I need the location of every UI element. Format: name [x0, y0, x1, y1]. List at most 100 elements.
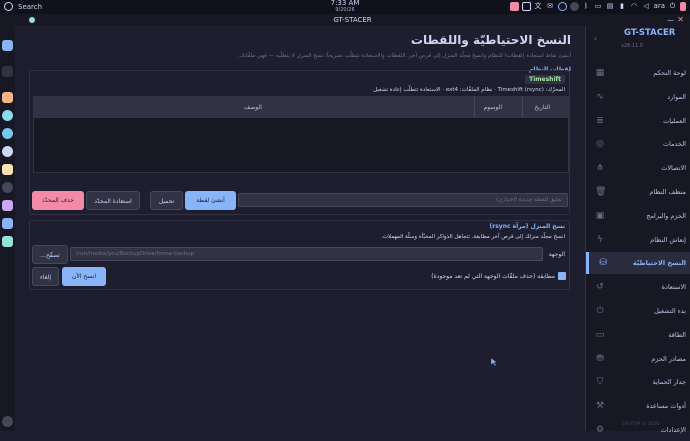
- power-tray-icon[interactable]: ⏻: [668, 2, 677, 11]
- backup-now-button[interactable]: انسخ الآن: [62, 267, 106, 286]
- page-title: النسخ الاحتياطيّة واللقطات: [410, 33, 571, 47]
- engine-badge: Timeshift: [525, 75, 565, 84]
- dock-files-icon[interactable]: [2, 40, 13, 51]
- translate-icon[interactable]: 文: [534, 2, 543, 11]
- bolt-icon: ϟ: [597, 234, 603, 245]
- volume-icon[interactable]: ◁: [642, 2, 651, 11]
- column-date[interactable]: التاريخ: [534, 104, 550, 111]
- backup-icon: ⛁: [599, 258, 607, 269]
- sidebar-item-label: إنعاش النظام: [650, 235, 686, 244]
- mail-icon[interactable]: ✉: [546, 2, 555, 11]
- table-header: التاريخ الوسوم الوصف: [34, 97, 570, 118]
- search-label[interactable]: Search: [18, 3, 42, 11]
- sidebar-item[interactable]: ⛁ النسخ الاحتياطيّة: [586, 252, 690, 275]
- dock-brave-icon[interactable]: [2, 92, 13, 103]
- cancel-button[interactable]: إلغاء: [32, 267, 59, 286]
- sidebar-item[interactable]: ⚒ أدوات مساعدة: [586, 395, 690, 417]
- sidebar-item-label: الإعدادات: [660, 426, 686, 434]
- dock-stacer-icon[interactable]: [2, 182, 13, 193]
- reload-button[interactable]: تحميل: [150, 191, 183, 210]
- sync-icon[interactable]: [557, 2, 567, 11]
- bluetooth-icon[interactable]: ᛒ: [582, 2, 591, 11]
- close-icon[interactable]: ✕: [677, 14, 684, 26]
- destination-label: الوجهة: [548, 251, 565, 258]
- battery-icon: ▭: [595, 329, 605, 340]
- sidebar-item[interactable]: ↺ الاستعادة: [586, 276, 690, 298]
- app-launcher-icon[interactable]: [4, 2, 13, 11]
- window-titlebar[interactable]: GT-STACER — ✕: [15, 14, 690, 26]
- clock-time: 7:33 AM: [330, 0, 360, 7]
- sidebar-item-label: بدء التشغيل: [654, 307, 686, 315]
- dashboard-icon: ▦: [595, 68, 605, 78]
- dock-telegram-icon[interactable]: [2, 128, 13, 139]
- system-top-bar: Search 7:33 AM 9/20/26 文 ✉ ᛒ ▭ ▤ ▮ ◠ ◁ a…: [0, 0, 690, 14]
- sidebar-item-label: الحزم والبرامج: [646, 211, 686, 220]
- restore-icon: ↺: [596, 282, 604, 293]
- keyboard-layout[interactable]: ara: [654, 2, 665, 11]
- sidebar-item[interactable]: ≣ العمليات: [586, 110, 690, 132]
- dock-proton-icon[interactable]: [2, 200, 13, 211]
- minimize-icon[interactable]: —: [667, 14, 674, 26]
- clock[interactable]: 7:33 AM 9/20/26: [325, 0, 365, 14]
- mirror-label: مطابقة (حذف ملفّات الوجهة التي لم تعد مو…: [431, 273, 555, 280]
- home-backup-section: نسخ المنزل (مرآة rsync) انسخ مجلّد منزلك…: [29, 220, 570, 290]
- wrench-icon: ⚒: [595, 401, 605, 412]
- sidebar-item[interactable]: ⏻ بدء التشغيل: [586, 300, 690, 322]
- sidebar-item-label: الخدمات: [663, 140, 686, 149]
- mouse-cursor-icon: [491, 358, 497, 366]
- folder-icon[interactable]: ▭: [594, 2, 603, 11]
- snapshots-info: المحرّك: Timeshift (rsync) · نظام الملفّ…: [373, 87, 565, 93]
- sidebar-item[interactable]: ⛉ جدار الحماية: [586, 371, 690, 393]
- screenshot-icon[interactable]: [509, 2, 519, 11]
- delete-selected-button[interactable]: حذف المحدّد: [32, 191, 84, 210]
- create-snapshot-button[interactable]: أنشئ لقطة: [185, 191, 236, 210]
- sidebar-item-label: مصادر الحزم: [651, 354, 686, 363]
- sidebar-item[interactable]: ⛃ مصادر الحزم: [586, 348, 690, 370]
- sidebar-item[interactable]: ◎ الخدمات: [586, 133, 690, 155]
- snapshots-table[interactable]: التاريخ الوسوم الوصف: [33, 96, 570, 173]
- browse-button[interactable]: تصفّح...: [32, 245, 68, 264]
- destination-input[interactable]: /run/media/you/BackupDrive/home-backup: [70, 247, 543, 261]
- dock-app2-icon[interactable]: [2, 218, 13, 229]
- processes-icon: ≣: [596, 115, 604, 126]
- sidebar-item-label: الطاقة: [668, 330, 686, 339]
- power-icon: ⏻: [596, 306, 604, 316]
- notifications-icon[interactable]: [680, 2, 686, 11]
- dock-app-icon[interactable]: [2, 110, 13, 121]
- sidebar-item-label: العمليات: [663, 116, 686, 125]
- sidebar-item[interactable]: ⋔ الاتصالات: [586, 157, 690, 179]
- page-subtitle: أنشِئ نقاط استعادة (لقطات) للنظام وانسخ …: [238, 53, 571, 59]
- app-name: GT-STACER: [624, 28, 676, 38]
- sidebar-item[interactable]: ▭ الطاقة: [586, 324, 690, 346]
- column-divider: [522, 97, 523, 118]
- dock-games-icon[interactable]: [2, 164, 13, 175]
- battery-tray-icon[interactable]: ▮: [618, 2, 627, 11]
- wifi-icon[interactable]: ◠: [630, 2, 639, 11]
- collapse-sidebar-icon[interactable]: ‹: [594, 34, 597, 43]
- sidebar-item-label: الاستعادة: [661, 283, 686, 292]
- dock-bottom-icon[interactable]: [2, 416, 13, 427]
- snapshot-comment-input[interactable]: تعليق للقطة جديدة (اختياري): [238, 193, 568, 207]
- dock-github-icon[interactable]: [2, 146, 13, 157]
- snapshots-section: Timeshift المحرّك: Timeshift (rsync) · ن…: [29, 70, 570, 215]
- column-description[interactable]: الوصف: [244, 104, 262, 111]
- clipboard-icon[interactable]: [521, 2, 531, 11]
- column-tags[interactable]: الوسوم: [484, 104, 502, 111]
- sidebar-item[interactable]: ▣ الحزم والبرامج: [586, 205, 690, 227]
- resources-icon: ∿: [596, 91, 604, 102]
- clipboard-tray-icon[interactable]: ▤: [606, 2, 615, 11]
- dock-terminal-icon[interactable]: [2, 66, 13, 77]
- home-backup-description: انسخ مجلّد منزلك إلى قرص آخر مطابقة. تتج…: [380, 234, 565, 240]
- dock-app3-icon[interactable]: [2, 236, 13, 247]
- sidebar-item-label: جدار الحماية: [652, 378, 686, 387]
- sidebar-item[interactable]: ∿ الموارد: [586, 86, 690, 108]
- sidebar-item[interactable]: ϟ إنعاش النظام: [586, 229, 690, 251]
- steam-icon[interactable]: [569, 2, 579, 11]
- connections-icon: ⋔: [596, 163, 604, 174]
- sidebar-item[interactable]: 🗑 منظف النظام: [586, 181, 690, 203]
- restore-selected-button[interactable]: استعادة المحدّد: [86, 191, 140, 210]
- sidebar-item-label: منظف النظام: [649, 188, 686, 196]
- sidebar-item[interactable]: ▦ لوحة التحكم: [586, 62, 690, 84]
- mirror-checkbox[interactable]: [558, 272, 566, 280]
- sidebar-item-label: النسخ الاحتياطيّة: [632, 259, 686, 268]
